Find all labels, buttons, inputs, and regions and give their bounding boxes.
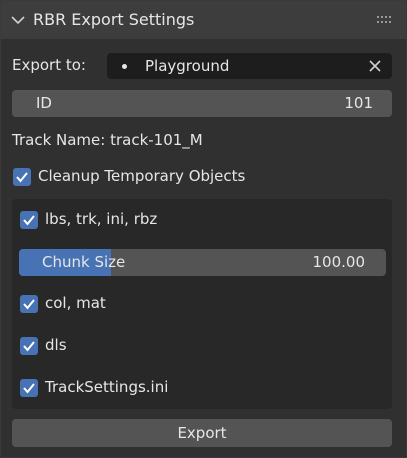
checkmark-icon: [23, 215, 35, 226]
id-value: 101: [344, 94, 373, 112]
panel-title: RBR Export Settings: [33, 10, 195, 29]
option-checkbox-col[interactable]: [20, 295, 38, 313]
checkmark-icon: [23, 299, 35, 310]
close-icon[interactable]: [367, 58, 383, 74]
panel-header[interactable]: RBR Export Settings: [1, 1, 406, 39]
option-row-lbs[interactable]: lbs, trk, ini, rbz: [20, 210, 220, 233]
id-label: ID: [36, 94, 52, 112]
option-label-col: col, mat: [45, 294, 106, 312]
option-row-tracksettings[interactable]: TrackSettings.ini: [20, 378, 220, 401]
chunk-size-label: Chunk Size: [42, 253, 126, 271]
track-name-text: Track Name: track-101_M: [12, 131, 203, 149]
chunk-size-slider[interactable]: Chunk Size 100.00: [19, 249, 386, 276]
id-number-field[interactable]: ID 101: [12, 90, 392, 117]
option-checkbox-lbs[interactable]: [20, 211, 38, 229]
option-checkbox-dls[interactable]: [20, 337, 38, 355]
export-button[interactable]: Export: [12, 419, 392, 447]
option-checkbox-tracksettings[interactable]: [20, 379, 38, 397]
object-dot-icon: [122, 64, 127, 69]
export-to-value: Playground: [145, 57, 230, 75]
checkmark-icon: [23, 341, 35, 352]
option-label-tracksettings: TrackSettings.ini: [45, 378, 169, 396]
option-label-lbs: lbs, trk, ini, rbz: [45, 210, 158, 228]
option-label-dls: dls: [45, 336, 67, 354]
cleanup-label: Cleanup Temporary Objects: [38, 167, 246, 185]
export-settings-panel: RBR Export Settings Export to: Playgroun…: [0, 0, 407, 458]
checkmark-icon: [16, 172, 28, 183]
option-row-dls[interactable]: dls: [20, 336, 220, 359]
chunk-size-value: 100.00: [312, 253, 366, 271]
drag-grip-icon[interactable]: [377, 16, 392, 24]
option-row-col[interactable]: col, mat: [20, 294, 220, 317]
checkmark-icon: [23, 383, 35, 394]
export-to-label: Export to:: [12, 56, 86, 74]
export-to-field[interactable]: Playground: [107, 53, 392, 79]
chevron-down-icon[interactable]: [10, 13, 26, 27]
cleanup-checkbox-row[interactable]: Cleanup Temporary Objects: [13, 167, 273, 190]
cleanup-checkbox[interactable]: [13, 168, 31, 186]
